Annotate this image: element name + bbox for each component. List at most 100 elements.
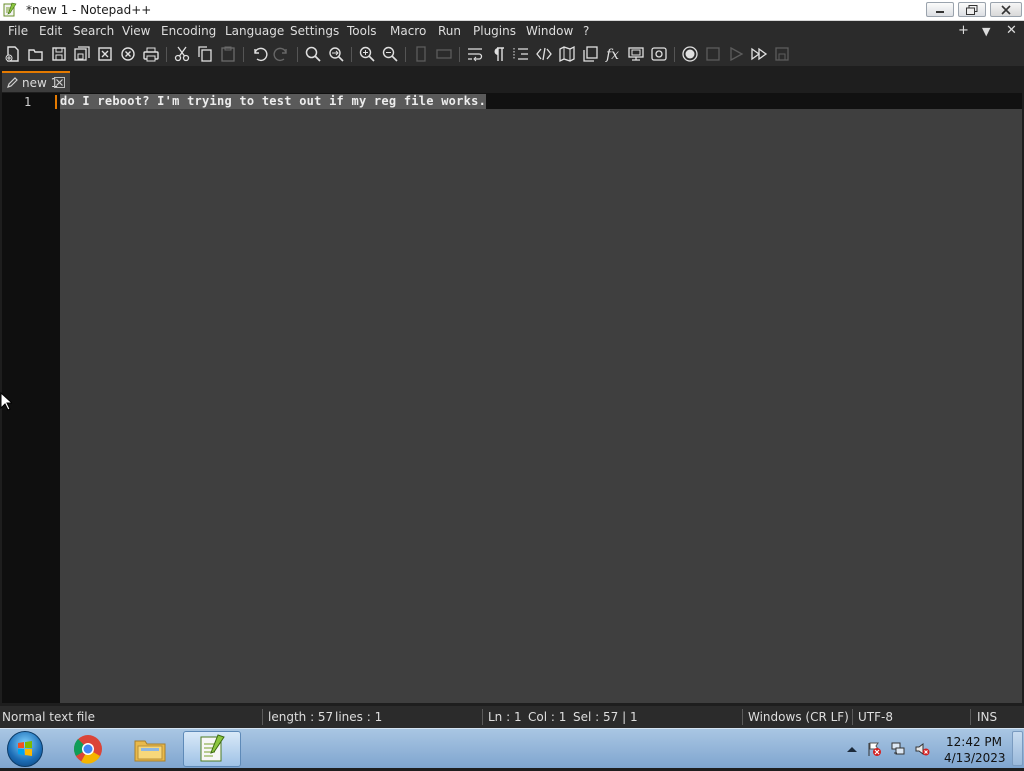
tab-bar: new 1: [0, 70, 1024, 92]
tab-list-dropdown-button[interactable]: ▼: [982, 25, 990, 38]
network-icon[interactable]: [890, 741, 906, 757]
close-window-icon: [1001, 4, 1011, 15]
save-icon[interactable]: [50, 45, 68, 63]
show-hidden-icons-icon[interactable]: [844, 741, 860, 757]
show-all-chars-icon[interactable]: [489, 45, 507, 63]
toolbar-separator: [459, 47, 460, 62]
sync-horizontal-icon[interactable]: [435, 45, 453, 63]
caret-marker: [55, 95, 57, 109]
status-column: Col : 1: [528, 710, 567, 724]
word-wrap-icon[interactable]: [466, 45, 484, 63]
status-separator: [852, 709, 853, 725]
menu-settings[interactable]: Settings: [290, 24, 339, 38]
editor-area[interactable]: 1 do I reboot? I'm trying to test out if…: [2, 93, 1022, 703]
status-selection: Sel : 57 | 1: [573, 710, 638, 724]
status-lines: lines : 1: [335, 710, 383, 724]
editor-line[interactable]: do I reboot? I'm trying to test out if m…: [60, 94, 486, 109]
monitoring-icon[interactable]: [650, 45, 668, 63]
redo-icon[interactable]: [273, 45, 291, 63]
menu-run[interactable]: Run: [438, 24, 461, 38]
tab-label: new 1: [22, 76, 59, 90]
new-file-icon[interactable]: [4, 45, 22, 63]
replace-icon[interactable]: [327, 45, 345, 63]
toolbar: fx: [0, 42, 1024, 66]
menu-bar: File Edit Search View Encoding Language …: [0, 21, 1024, 42]
undo-icon[interactable]: [250, 45, 268, 63]
record-macro-icon[interactable]: [681, 45, 699, 63]
folder-icon: [134, 740, 166, 762]
sync-vertical-icon[interactable]: [412, 45, 430, 63]
menu-language[interactable]: Language: [225, 24, 284, 38]
tab-new-1[interactable]: new 1: [2, 71, 70, 92]
notepadpp-app-icon[interactable]: [3, 2, 17, 17]
menu-plugins[interactable]: Plugins: [473, 24, 516, 38]
status-separator: [970, 709, 971, 725]
save-macro-icon[interactable]: [773, 45, 791, 63]
clock-time: 12:42 PM: [946, 735, 1002, 749]
new-tab-plus-button[interactable]: +: [958, 23, 969, 38]
minimize-button[interactable]: [926, 2, 954, 17]
mouse-cursor-icon: [0, 392, 12, 411]
status-file-type: Normal text file: [2, 710, 96, 724]
system-clock[interactable]: 12:42 PM 4/13/2023: [944, 734, 1006, 766]
windows-logo-icon: [18, 741, 32, 756]
toolbar-separator: [243, 47, 244, 62]
status-eol-format[interactable]: Windows (CR LF): [748, 710, 849, 724]
taskbar-explorer-button[interactable]: [121, 731, 179, 767]
menu-encoding[interactable]: Encoding: [161, 24, 216, 38]
zoom-out-icon[interactable]: [381, 45, 399, 63]
window-title: *new 1 - Notepad++: [26, 3, 152, 17]
close-all-icon[interactable]: [119, 45, 137, 63]
taskbar-chrome-button[interactable]: [59, 731, 117, 767]
svg-text:fx: fx: [605, 47, 619, 63]
restore-icon: [966, 4, 978, 15]
status-separator: [262, 709, 263, 725]
status-line-number: Ln : 1: [488, 710, 522, 724]
start-button[interactable]: [7, 731, 43, 767]
doc-map-icon[interactable]: [558, 45, 576, 63]
status-encoding[interactable]: UTF-8: [858, 710, 893, 724]
print-icon[interactable]: [142, 45, 160, 63]
toolbar-separator: [166, 47, 167, 62]
menu-window[interactable]: Window: [526, 24, 573, 38]
menu-macro[interactable]: Macro: [390, 24, 426, 38]
copy-icon[interactable]: [196, 45, 214, 63]
zoom-in-icon[interactable]: [358, 45, 376, 63]
title-bar: *new 1 - Notepad++: [0, 0, 1024, 21]
close-tab-button[interactable]: ✕: [1006, 23, 1017, 38]
toolbar-separator: [405, 47, 406, 62]
menu-search[interactable]: Search: [73, 24, 114, 38]
run-macro-multiple-icon[interactable]: [750, 45, 768, 63]
taskbar-notepadpp-button[interactable]: [183, 731, 241, 767]
action-center-flag-icon[interactable]: [866, 741, 882, 757]
function-list-icon[interactable]: fx: [604, 45, 622, 63]
menu-file[interactable]: File: [8, 24, 28, 38]
toolbar-separator: [297, 47, 298, 62]
find-icon[interactable]: [304, 45, 322, 63]
show-desktop-button[interactable]: [1012, 731, 1023, 766]
save-all-icon[interactable]: [73, 45, 91, 63]
close-window-button[interactable]: [990, 2, 1022, 17]
menu-tools[interactable]: Tools: [347, 24, 377, 38]
status-insert-mode[interactable]: INS: [977, 710, 997, 724]
close-icon[interactable]: [96, 45, 114, 63]
indent-guide-icon[interactable]: [512, 45, 530, 63]
chrome-icon: [73, 735, 102, 764]
status-bar: Normal text file length : 57 lines : 1 L…: [0, 706, 1024, 728]
tab-close-button[interactable]: [54, 77, 65, 88]
open-file-icon[interactable]: [27, 45, 45, 63]
toolbar-separator: [674, 47, 675, 62]
menu-help[interactable]: ?: [583, 24, 589, 38]
cut-icon[interactable]: [173, 45, 191, 63]
doc-list-icon[interactable]: [581, 45, 599, 63]
user-lang-icon[interactable]: [535, 45, 553, 63]
restore-button[interactable]: [958, 2, 986, 17]
folder-workspace-icon[interactable]: [627, 45, 645, 63]
volume-muted-icon[interactable]: [914, 741, 930, 757]
paste-icon[interactable]: [219, 45, 237, 63]
menu-edit[interactable]: Edit: [39, 24, 62, 38]
clock-date: 4/13/2023: [944, 751, 1006, 765]
play-macro-icon[interactable]: [727, 45, 745, 63]
menu-view[interactable]: View: [122, 24, 150, 38]
stop-record-icon[interactable]: [704, 45, 722, 63]
